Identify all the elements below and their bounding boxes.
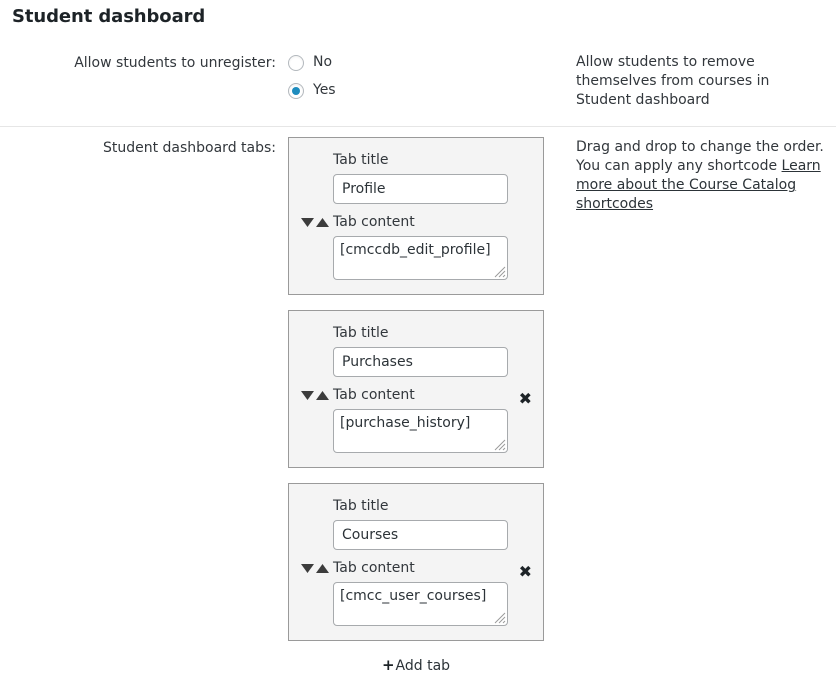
tab-panel[interactable]: Tab title Ta (288, 310, 544, 468)
tab-title-field-label: Tab title (333, 152, 389, 168)
tab-content-row: Tab content [purchase_history] (289, 386, 543, 453)
sort-handle-spacer (289, 324, 333, 343)
remove-tab-button[interactable]: ✖ (519, 391, 532, 407)
radio-option-yes[interactable]: Yes (288, 80, 560, 101)
sort-handle-spacer (289, 151, 333, 170)
tabs-description-line1: Drag and drop to change the order. (576, 139, 824, 155)
tab-content-value: [cmcc_user_courses] (340, 588, 487, 604)
radio-option-no[interactable]: No (288, 52, 560, 73)
row-allow-unregister: Allow students to unregister: No Yes All… (0, 42, 836, 127)
tab-content-value: [cmccdb_edit_profile] (340, 242, 491, 258)
tab-content-field-label: Tab content (333, 387, 415, 403)
tab-title-field-label: Tab title (333, 325, 389, 341)
tab-content-value: [purchase_history] (340, 415, 471, 431)
plus-icon: + (381, 656, 395, 674)
page-title: Student dashboard (12, 6, 206, 27)
tab-content-row: Tab content [cmcc_user_courses] (289, 559, 543, 626)
add-tab-container: + Add tab (288, 656, 544, 674)
tab-title-field-label: Tab title (333, 498, 389, 514)
radio-icon-no[interactable] (288, 54, 304, 71)
allow-unregister-description: Allow students to remove themselves from… (560, 42, 836, 127)
resize-grip-icon (494, 612, 506, 624)
sort-handle-icon[interactable] (289, 386, 333, 405)
tab-title-row: Tab title (289, 324, 543, 347)
tab-title-row: Tab title (289, 497, 543, 520)
add-tab-label: Add tab (395, 658, 451, 674)
tab-content-textarea[interactable]: [cmccdb_edit_profile] (333, 236, 508, 280)
row-dashboard-tabs: Student dashboard tabs: Tab title Profil… (0, 127, 836, 691)
tab-content-textarea[interactable]: [cmcc_user_courses] (333, 582, 508, 626)
sort-handle-spacer (289, 497, 333, 516)
sort-handle-icon[interactable] (289, 213, 333, 232)
radio-icon-yes-selected[interactable] (288, 82, 304, 99)
radio-label-no: No (313, 54, 333, 70)
unregister-radio-group[interactable]: No Yes (288, 52, 560, 101)
sort-handle-icon[interactable] (289, 559, 333, 578)
tab-content-row: Tab content [cmccdb_edit_profile] (289, 213, 543, 280)
remove-tab-button[interactable]: ✖ (519, 564, 532, 580)
allow-unregister-label: Allow students to unregister: (0, 42, 288, 127)
unregister-description-text: Allow students to remove themselves from… (576, 54, 770, 108)
dashboard-tabs-description: Drag and drop to change the order. You c… (560, 127, 836, 691)
settings-form-table: Allow students to unregister: No Yes All… (0, 42, 836, 690)
radio-label-yes: Yes (313, 82, 336, 98)
tab-content-textarea[interactable]: [purchase_history] (333, 409, 508, 453)
tab-title-input[interactable] (333, 520, 508, 550)
tabs-description-text: Drag and drop to change the order. You c… (576, 138, 828, 214)
resize-grip-icon (494, 439, 506, 451)
tab-panel[interactable]: Tab title Ta (288, 483, 544, 641)
dashboard-tabs-label: Student dashboard tabs: (102, 140, 276, 156)
dashboard-tabs-field: Tab title Ta (288, 127, 560, 691)
tab-panel-list: Tab title Ta (288, 137, 560, 674)
resize-grip-icon (494, 266, 506, 278)
tab-content-field-label: Tab content (333, 214, 415, 230)
tab-title-input[interactable] (333, 347, 508, 377)
tab-content-field-label: Tab content (333, 560, 415, 576)
tab-title-input[interactable] (333, 174, 508, 204)
tabs-description-line2: You can apply any shortcode (576, 158, 778, 174)
allow-unregister-field: No Yes (288, 42, 560, 127)
add-tab-button[interactable]: + Add tab (382, 656, 450, 674)
tab-title-row: Tab title (289, 151, 543, 174)
tab-panel[interactable]: Tab title Ta (288, 137, 544, 295)
